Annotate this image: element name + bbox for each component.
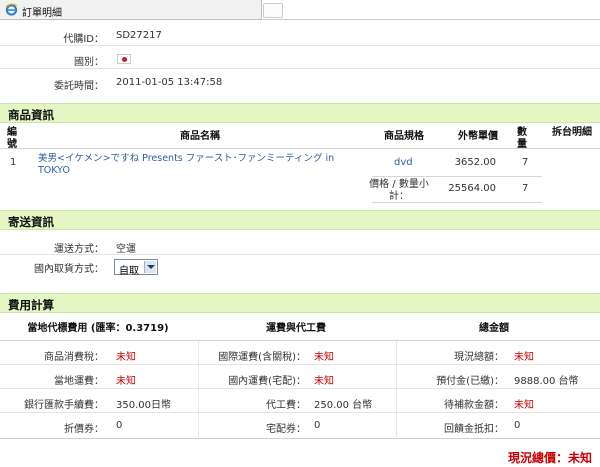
cost-label: 商品消費稅： — [44, 352, 104, 363]
cost-label: 國內運費(宅配)： — [228, 376, 306, 387]
pickup-method-select[interactable]: 自取 — [114, 259, 158, 277]
divider — [0, 148, 600, 149]
divider — [0, 68, 600, 69]
column-divider — [396, 341, 397, 437]
browser-tab-bar: 訂單明細 — [0, 0, 600, 20]
cost-section-header: 費用計算 — [0, 293, 600, 313]
cost-value: 未知 — [514, 400, 534, 411]
cost-label: 國際運費(含關稅)： — [218, 352, 306, 363]
cost-label: 當地運費： — [54, 376, 104, 387]
shipping-section-header: 寄送資訊 — [0, 210, 600, 230]
cost-value: 0 — [314, 420, 321, 431]
cost-label: 宅配券： — [266, 424, 306, 435]
quantity: 7 — [522, 157, 529, 168]
divider — [0, 254, 600, 255]
cost-value: 未知 — [314, 376, 334, 387]
chevron-down-icon[interactable] — [144, 261, 156, 273]
cost-value: 未知 — [314, 352, 334, 363]
japan-flag-icon — [117, 54, 131, 64]
ie-icon — [5, 3, 18, 16]
product-name-link[interactable]: 美男<イケメン>ですね Presents ファースト･ファンミーティング in … — [38, 153, 338, 177]
subtotal-label: 價格 / 數量小計： — [369, 179, 429, 202]
current-total-price: 現況總價：未知 — [507, 451, 592, 465]
cost-value: 250.00 台幣 — [314, 400, 373, 411]
section-title: 費用計算 — [8, 298, 54, 312]
divider — [0, 45, 600, 46]
col-header-unit-price: 外幣單價 — [458, 131, 498, 142]
divider — [0, 388, 600, 389]
divider — [372, 176, 542, 177]
shipping-method-label: 運送方式： — [54, 244, 104, 255]
cost-value: 350.00日幣 — [116, 400, 171, 411]
browser-tab[interactable]: 訂單明細 — [0, 0, 262, 20]
cost-value: 未知 — [116, 352, 136, 363]
cost-label: 待補款金額： — [444, 400, 504, 411]
divider — [0, 438, 600, 439]
divider — [0, 340, 600, 341]
cost-value: 未知 — [116, 376, 136, 387]
cost-value: 9888.00 台幣 — [514, 376, 579, 387]
subtotal-value: 25564.00 — [448, 183, 496, 194]
cost-col1-header: 當地代標費用 (匯率：0.3719) — [27, 323, 169, 334]
cost-col2-header: 運費與代工費 — [266, 323, 326, 334]
select-value: 自取 — [119, 266, 139, 277]
divider — [0, 412, 600, 413]
cost-label: 折價券： — [64, 424, 104, 435]
country-label: 國別： — [74, 57, 104, 68]
subtotal-qty: 7 — [522, 183, 529, 194]
row-no: 1 — [10, 157, 17, 168]
col-header-name: 商品名稱 — [180, 131, 220, 142]
order-id-value: SD27217 — [116, 30, 162, 41]
product-spec-link[interactable]: dvd — [394, 157, 413, 169]
tab-title: 訂單明細 — [22, 8, 62, 19]
cost-label: 回饋金抵扣： — [444, 424, 504, 435]
new-tab-button[interactable] — [263, 3, 283, 18]
cost-value: 未知 — [514, 352, 534, 363]
cost-value: 0 — [116, 420, 123, 431]
cost-label: 銀行匯款手續費： — [24, 400, 104, 411]
product-section-header: 商品資訊 — [0, 103, 600, 123]
divider — [372, 202, 542, 203]
divider — [0, 364, 600, 365]
section-title: 寄送資訊 — [8, 215, 54, 229]
order-time-value: 2011-01-05 13:47:58 — [116, 77, 223, 88]
col-header-detail: 拆台明細 — [552, 127, 592, 138]
section-title: 商品資訊 — [8, 108, 54, 122]
order-time-label: 委託時間： — [54, 81, 104, 92]
shipping-method-value: 空運 — [116, 244, 136, 255]
col-header-spec: 商品規格 — [384, 131, 424, 142]
cost-label: 預付金(已繳)： — [436, 376, 504, 387]
order-id-label: 代購ID： — [63, 34, 104, 45]
unit-price: 3652.00 — [454, 157, 496, 168]
cost-value: 0 — [514, 420, 521, 431]
cost-label: 代工費： — [266, 400, 306, 411]
cost-label: 現況總額： — [454, 352, 504, 363]
cost-col3-header: 總金額 — [479, 323, 509, 334]
pickup-method-label: 國內取貨方式： — [34, 264, 104, 275]
